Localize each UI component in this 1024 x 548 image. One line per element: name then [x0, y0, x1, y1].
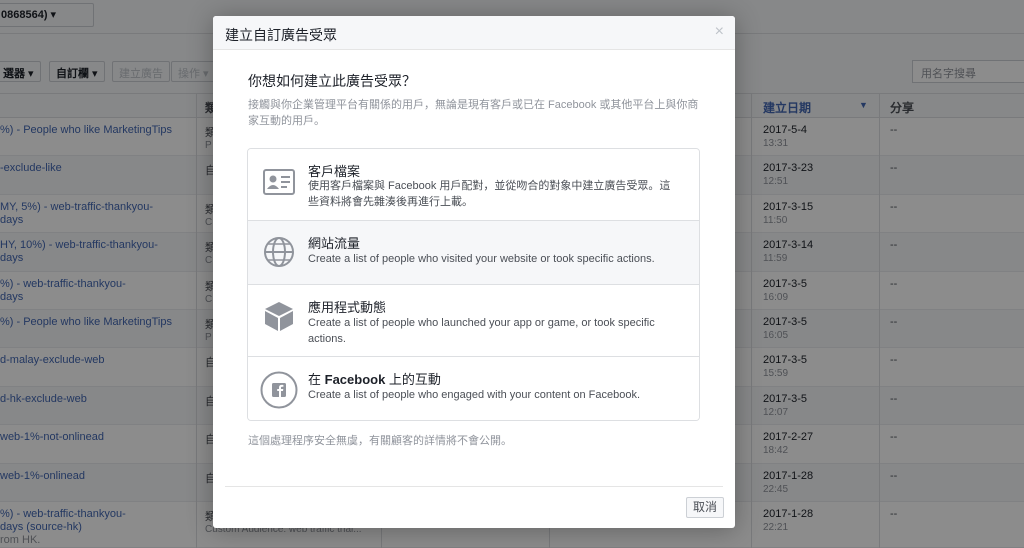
cube-icon — [262, 299, 296, 333]
option-facebook-engagement[interactable]: 在 Facebook 上的互動 Create a list of people … — [248, 357, 699, 420]
cancel-button[interactable]: 取消 — [686, 497, 724, 518]
contact-card-icon — [262, 165, 296, 199]
option-title-suffix: 上的互動 — [385, 372, 441, 387]
option-website-traffic[interactable]: 網站流量 Create a list of people who visited… — [248, 221, 699, 285]
option-title: 網站流量 — [308, 236, 361, 251]
option-title-prefix: 在 — [308, 372, 325, 387]
option-title: 應用程式動態 — [308, 300, 387, 315]
option-app-activity[interactable]: 應用程式動態 Create a list of people who launc… — [248, 285, 699, 357]
close-icon[interactable]: × — [715, 23, 724, 41]
option-description: Create a list of people who engaged with… — [308, 389, 641, 401]
option-customer-file[interactable]: 客戶檔案 使用客戶檔案與 Facebook 用戶配對，並從吻合的對象中建立廣告受… — [248, 149, 699, 221]
globe-icon — [262, 235, 296, 269]
option-description: Create a list of people who visited your… — [308, 253, 655, 265]
dialog-header: 建立自訂廣告受眾 × — [213, 16, 735, 50]
option-description: 使用客戶檔案與 Facebook 用戶配對，並從吻合的對象中建立廣告受眾。這些資… — [308, 180, 671, 208]
option-title: 在 Facebook 上的互動 — [308, 369, 441, 388]
privacy-note: 這個處理程序安全無虞，有關顧客的詳情將不會公開。 — [248, 435, 512, 447]
option-description: Create a list of people who launched you… — [308, 317, 655, 345]
create-custom-audience-dialog: 建立自訂廣告受眾 × 你想如何建立此廣告受眾？ 接觸與你企業管理平台有關係的用戶… — [213, 16, 735, 528]
footer-divider — [225, 486, 723, 487]
question-description: 接觸與你企業管理平台有關係的用戶，無論是現有客戶或已在 Facebook 或其他… — [248, 99, 699, 127]
option-title-brand: Facebook — [324, 372, 386, 387]
question-heading: 你想如何建立此廣告受眾？ — [248, 73, 416, 89]
audience-source-options: 客戶檔案 使用客戶檔案與 Facebook 用戶配對，並從吻合的對象中建立廣告受… — [247, 148, 700, 421]
facebook-icon — [260, 371, 298, 409]
dialog-title: 建立自訂廣告受眾 — [225, 27, 337, 43]
